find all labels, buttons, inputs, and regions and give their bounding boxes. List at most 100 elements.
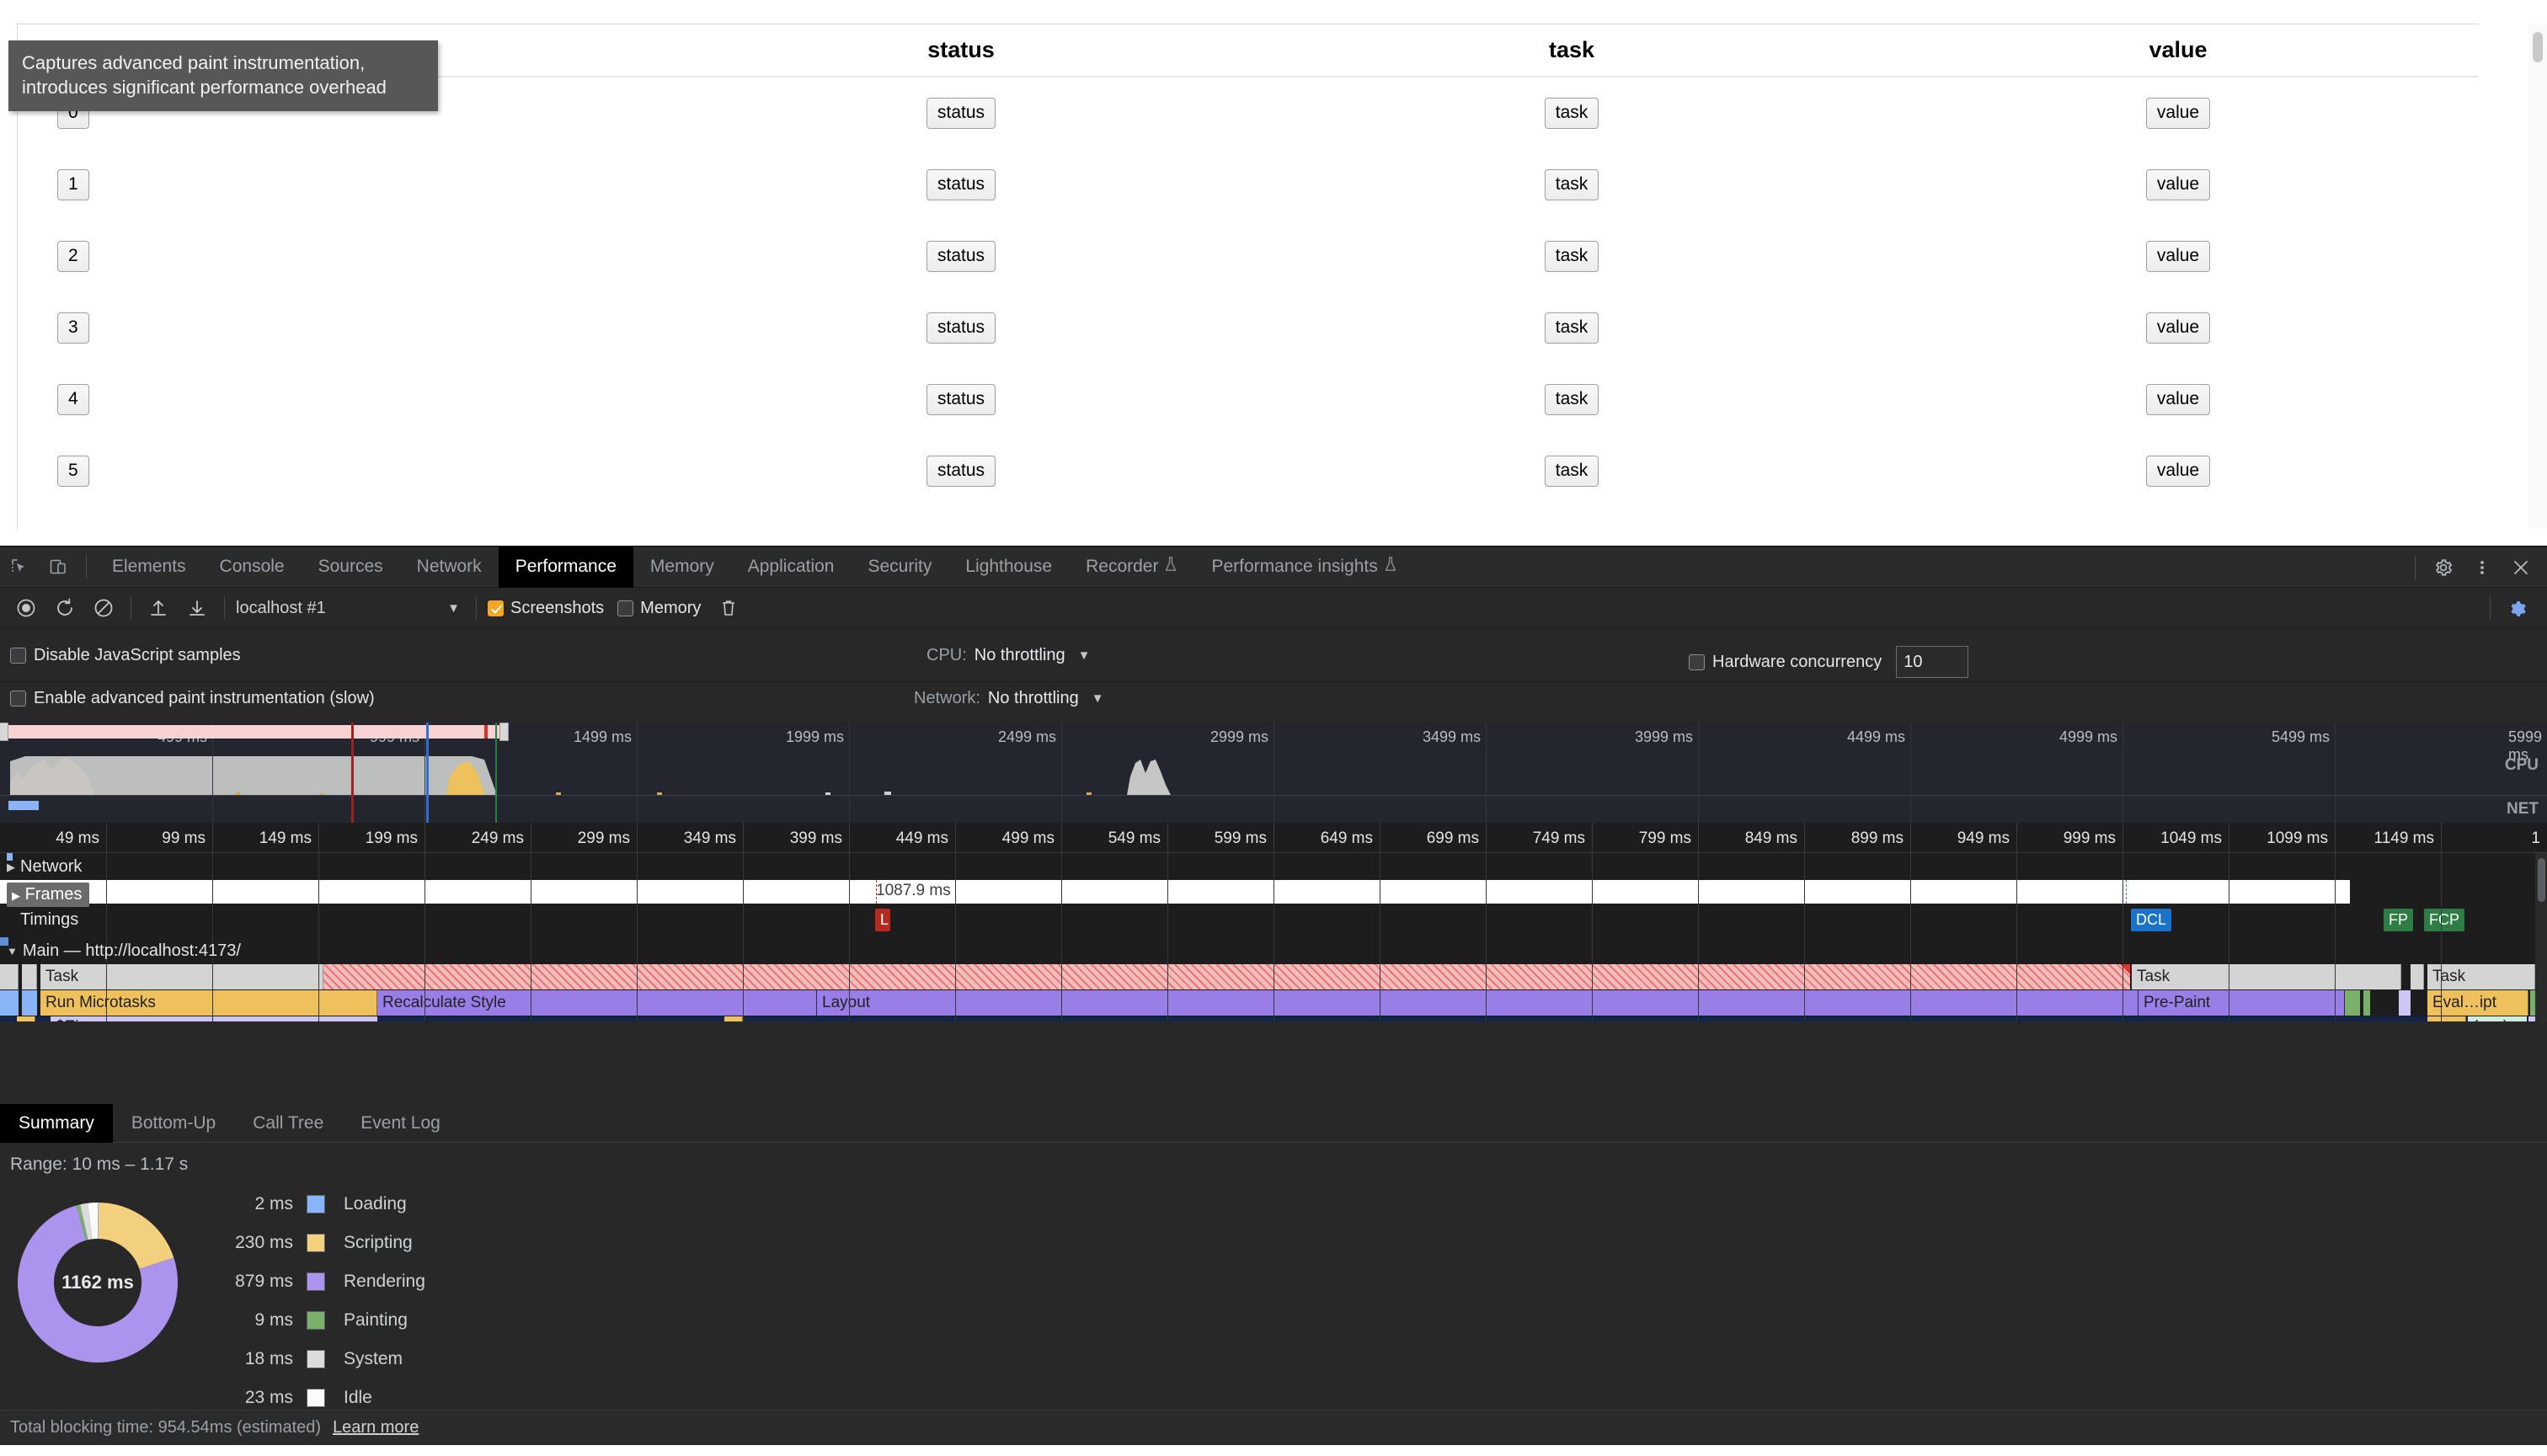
flame-bar-task-3[interactable]: Task [2427,964,2535,989]
save-profile-icon[interactable] [178,589,216,627]
task-button[interactable]: task [1544,384,1599,415]
overview-resize-handle-right[interactable] [499,723,509,741]
details-tab-event-log[interactable]: Event Log [342,1104,459,1143]
track-timings-title[interactable]: Timings [20,910,78,930]
disable-js-samples-box[interactable] [10,648,26,664]
page-scrollbar[interactable] [2528,24,2547,529]
capture-settings-gear-icon[interactable] [2498,589,2537,628]
flame-bar-small-script-2[interactable] [724,1016,743,1021]
status-button[interactable]: status [926,456,996,487]
flame-bar-small-script[interactable] [17,1016,35,1021]
status-button[interactable]: status [926,169,996,200]
cpu-throttling-control[interactable]: CPU: No throttling ▼ [926,646,1091,665]
flame-bar-evaluate-script[interactable]: Eval…ipt [2427,990,2528,1016]
load-profile-icon[interactable] [139,589,178,627]
value-button[interactable]: value [2145,456,2211,487]
task-button[interactable]: task [1544,241,1599,272]
flame-bar-paint-2[interactable] [2363,990,2370,1016]
flame-bar-pre-paint[interactable]: Pre-Paint [2139,990,2345,1016]
legend-row[interactable]: 9 ms Painting [195,1301,425,1340]
overview-resize-handle-left[interactable] [0,723,8,741]
task-button[interactable]: task [1544,98,1599,129]
row-index-button[interactable]: 5 [57,456,89,487]
timeline-overview[interactable]: 499 ms999 ms1499 ms1999 ms2499 ms2999 ms… [0,723,2547,823]
inspect-icon[interactable] [0,547,39,588]
flame-bar-anonymous[interactable]: (a…) [2468,1016,2527,1021]
details-tab-bottom-up[interactable]: Bottom-Up [113,1104,234,1143]
tracks-scrollbar[interactable] [2535,853,2547,1021]
flame-bar[interactable] [22,964,37,989]
flame-bar[interactable] [0,964,19,989]
status-button[interactable]: status [926,312,996,344]
timing-marker-fcp[interactable]: FCP [2424,909,2464,931]
flame-bar-loading-2[interactable] [22,990,37,1016]
value-button[interactable]: value [2145,98,2211,129]
memory-checkbox[interactable]: Memory [617,599,701,618]
chevron-down-icon[interactable]: ▼ [7,945,18,957]
timeline-tracks[interactable]: ▶ Network ▶ Frames 1087.9 ms Timings L D… [0,853,2547,1021]
learn-more-link[interactable]: Learn more [333,1418,419,1437]
page-scrollbar-thumb[interactable] [2533,32,2543,62]
timing-marker-dcl[interactable]: DCL [2131,909,2172,931]
row-index-button[interactable]: 1 [57,169,89,200]
chevron-right-icon[interactable]: ▶ [7,861,15,874]
value-button[interactable]: value [2145,169,2211,200]
tab-recorder[interactable]: Recorder [1069,547,1194,588]
status-button[interactable]: status [926,241,996,272]
memory-checkbox-box[interactable] [617,600,634,616]
record-icon[interactable] [7,589,45,627]
row-index-button[interactable]: 3 [57,312,89,344]
screenshots-checkbox-box[interactable] [488,600,504,616]
task-button[interactable]: task [1544,169,1599,200]
flame-bar-sei[interactable]: $Ei [51,1016,377,1021]
disable-js-samples-checkbox[interactable]: Disable JavaScript samples [10,646,241,665]
reload-and-record-icon[interactable] [45,589,84,627]
tab-performance-insights[interactable]: Performance insights [1194,547,1413,588]
flame-bar-layout[interactable]: Layout [817,990,2139,1016]
tab-memory[interactable]: Memory [633,547,731,588]
settings-gear-icon[interactable] [2424,547,2463,588]
track-main-title[interactable]: ▼ Main — http://localhost:4173/ [7,941,241,961]
task-button[interactable]: task [1544,312,1599,344]
value-button[interactable]: value [2145,384,2211,415]
screenshots-checkbox[interactable]: Screenshots [488,599,604,618]
hardware-concurrency-input[interactable] [1896,646,1969,678]
task-button[interactable]: task [1544,456,1599,487]
network-throttling-control[interactable]: Network: No throttling ▼ [914,689,1104,708]
legend-row[interactable]: 230 ms Scripting [195,1224,425,1262]
status-button[interactable]: status [926,98,996,129]
flame-bar-task-2[interactable]: Task [2132,964,2401,989]
timing-marker-load[interactable]: L [875,909,890,931]
details-tab-call-tree[interactable]: Call Tree [234,1104,342,1143]
advanced-paint-box[interactable] [10,691,26,707]
flame-bar-task-1[interactable]: Task [40,964,323,989]
row-index-button[interactable]: 4 [57,384,89,415]
legend-row[interactable]: 18 ms System [195,1340,425,1379]
tab-sources[interactable]: Sources [302,547,400,588]
flame-bar-paint[interactable] [2345,990,2360,1016]
flame-bar-recalculate-style[interactable]: Recalculate Style [377,990,817,1016]
status-button[interactable]: status [926,384,996,415]
hardware-concurrency-checkbox[interactable]: Hardware concurrency [1689,646,1969,678]
track-network-title[interactable]: ▶ Network [7,857,82,877]
close-icon[interactable] [2502,547,2540,588]
flame-bar[interactable] [2411,964,2424,989]
track-frames-title[interactable]: ▶ Frames [7,883,90,907]
advanced-paint-checkbox[interactable]: Enable advanced paint instrumentation (s… [10,689,375,708]
flame-bar-lightpurple[interactable] [2399,990,2411,1016]
delete-icon[interactable] [709,589,748,627]
flame-bar-loading[interactable] [0,990,19,1016]
hardware-concurrency-box[interactable] [1689,653,1705,670]
tab-performance[interactable]: Performance [498,546,633,588]
tab-elements[interactable]: Elements [95,547,203,588]
flame-bar-small-script-3[interactable] [2427,1016,2466,1021]
tab-lighthouse[interactable]: Lighthouse [948,547,1069,588]
details-tab-summary[interactable]: Summary [0,1103,113,1143]
value-button[interactable]: value [2145,241,2211,272]
more-options-icon[interactable] [2463,547,2502,588]
timing-marker-fp[interactable]: FP [2384,909,2414,931]
chevron-right-icon[interactable]: ▶ [12,889,20,902]
clear-recording-icon[interactable] [84,589,123,627]
value-button[interactable]: value [2145,312,2211,344]
row-index-button[interactable]: 2 [57,241,89,272]
